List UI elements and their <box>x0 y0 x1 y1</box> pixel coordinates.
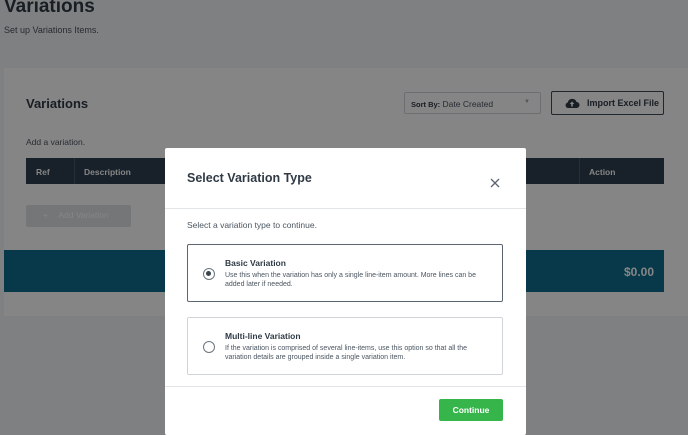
option-multi-line-variation[interactable]: Multi-line Variation If the variation is… <box>187 317 503 375</box>
close-icon[interactable] <box>489 177 501 189</box>
option-title: Basic Variation <box>225 258 286 268</box>
option-description: Use this when the variation has only a s… <box>225 272 476 288</box>
radio-multi-line-variation[interactable] <box>203 341 215 353</box>
option-title: Multi-line Variation <box>225 331 301 341</box>
modal-hint: Select a variation type to continue. <box>187 220 317 230</box>
modal-divider <box>165 208 526 209</box>
option-description: If the variation is comprised of several… <box>225 345 468 361</box>
modal-footer-divider <box>165 386 526 387</box>
select-variation-type-dialog: Select Variation Type Select a variation… <box>165 148 526 435</box>
continue-button[interactable]: Continue <box>439 399 503 421</box>
modal-title: Select Variation Type <box>187 171 312 185</box>
option-basic-variation[interactable]: Basic Variation Use this when the variat… <box>187 244 503 302</box>
radio-basic-variation[interactable] <box>203 268 215 280</box>
